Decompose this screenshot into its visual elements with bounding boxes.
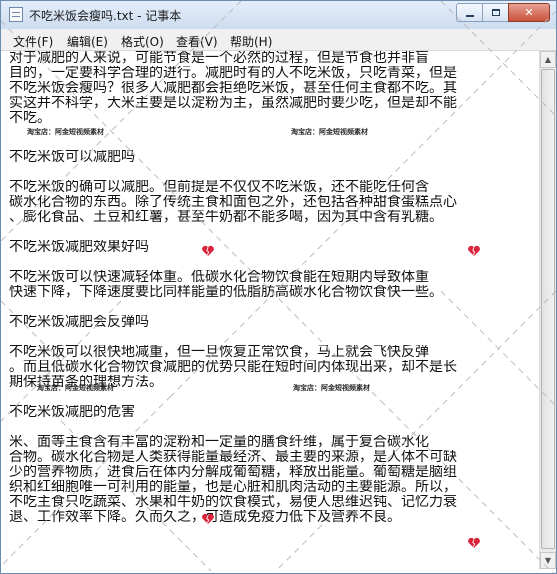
- menu-view[interactable]: 查看(V): [176, 33, 218, 50]
- text-line: 不吃主食只吃蔬菜、水果和牛奶的饮食模式，易使人思维迟钝、记忆力衰: [9, 495, 457, 510]
- arrow-down-icon: ▼: [544, 556, 552, 565]
- scrollbar-thumb[interactable]: [541, 69, 555, 549]
- text-line: 不吃米饭的确可以减肥。但前提是不仅仅不吃米饭，还不能吃任何含: [9, 180, 429, 195]
- text-line: 少的营养物质，进食后在体内分解成葡萄糖，释放出能量。葡萄糖是脑组: [9, 465, 457, 480]
- text-line: 米、面等主食含有丰富的淀粉和一定量的膳食纤维，属于复合碳水化: [9, 435, 429, 450]
- watermark-text: 淘宝店：阿金短视频素材: [27, 128, 104, 136]
- text-line: 不吃米饭可以快速减轻体重。低碳水化合物饮食能在短期内导致体重: [9, 270, 429, 285]
- text-line: 合物。碳水化合物是人类获得能量最经济、最主要的来源，是人体不可缺: [9, 450, 457, 465]
- notepad-window: 不吃米饭会瘦吗.txt - 记事本 ✕ 文件(F) 编辑(E) 格式(O) 查看…: [0, 0, 557, 574]
- notepad-icon[interactable]: [9, 7, 23, 22]
- text-line: 不吃。: [9, 111, 51, 126]
- menu-file[interactable]: 文件(F): [13, 33, 53, 50]
- section-heading: 不吃米饭减肥效果好吗: [9, 240, 149, 255]
- text-line: 碳水化合物的东西。除了传统主食和面包之外，还包括各种甜食蛋糕点心: [9, 195, 457, 210]
- minimize-icon: [465, 14, 474, 17]
- broken-heart-icon: [202, 245, 214, 256]
- section-heading: 不吃米饭减肥会反弹吗: [9, 315, 149, 330]
- broken-heart-icon: [202, 513, 214, 524]
- broken-heart-icon: [468, 245, 480, 256]
- window-controls: ✕: [456, 3, 550, 23]
- title-bar[interactable]: 不吃米饭会瘦吗.txt - 记事本 ✕: [1, 1, 556, 30]
- watermark-row: 淘宝店：阿金短视频素材 淘宝店：阿金短视频素材: [9, 126, 537, 138]
- section-heading: 不吃米饭可以减肥吗: [9, 150, 135, 165]
- maximize-button[interactable]: [482, 3, 508, 22]
- text-line: 、膨化食品、土豆和红薯，甚至牛奶都不能多喝，因为其中含有乳糖。: [9, 210, 443, 225]
- text-line: 。而且低碳水化合物饮食减肥的优势只能在短时间内体现出来，却不是长: [9, 360, 457, 375]
- menu-help[interactable]: 帮助(H): [230, 33, 272, 50]
- arrow-up-icon: ▲: [544, 55, 552, 64]
- minimize-button[interactable]: [456, 3, 482, 22]
- text-line: 退、工作效率下降。久而久之，可造成免疫力低下及营养不良。: [9, 510, 537, 525]
- scroll-down-button[interactable]: ▼: [540, 552, 556, 569]
- menu-format[interactable]: 格式(O): [121, 33, 164, 50]
- maximize-icon: [491, 9, 500, 16]
- text-editor[interactable]: 对于减肥的人来说，可能节食是一个必然的过程，但是节食也并非盲 目的，一定要科学合…: [9, 51, 537, 569]
- text-line: 对于减肥的人来说，可能节食是一个必然的过程，但是节食也并非盲: [9, 51, 429, 66]
- text-line: 期保持苗条的理想方法。: [9, 375, 163, 390]
- text-line: 实这并不科学，大米主要是以淀粉为主，虽然减肥时要少吃，但是却不能: [9, 96, 457, 111]
- vertical-scrollbar[interactable]: ▲ ▼: [539, 51, 556, 569]
- menu-bar: 文件(F) 编辑(E) 格式(O) 查看(V) 帮助(H): [1, 29, 556, 51]
- window-title: 不吃米饭会瘦吗.txt - 记事本: [29, 9, 182, 23]
- scroll-up-button[interactable]: ▲: [540, 51, 556, 68]
- section-heading: 不吃米饭减肥的危害: [9, 405, 135, 420]
- text-line: 目的，一定要科学合理的进行。减肥时有的人不吃米饭，只吃青菜，但是: [9, 66, 457, 81]
- text-line: 快速下降，下降速度要比同样能量的低脂肪高碳水化合物饮食快一些。: [9, 285, 443, 300]
- close-icon: ✕: [524, 6, 534, 19]
- watermark-text: 淘宝店：阿金短视频素材: [291, 128, 368, 136]
- text-line: 织和红细胞唯一可利用的能量，也是心脏和肌肉活动的主要能源。所以，: [9, 480, 457, 495]
- menu-edit[interactable]: 编辑(E): [67, 33, 108, 50]
- broken-heart-icon: [468, 537, 480, 548]
- close-button[interactable]: ✕: [508, 3, 550, 22]
- text-line: 不吃米饭会瘦吗？很多人减肥都会拒绝吃米饭，甚至任何主食都不吃。其: [9, 81, 457, 96]
- text-line: 不吃米饭可以很快地减重，但一旦恢复正常饮食，马上就会飞快反弹: [9, 345, 429, 360]
